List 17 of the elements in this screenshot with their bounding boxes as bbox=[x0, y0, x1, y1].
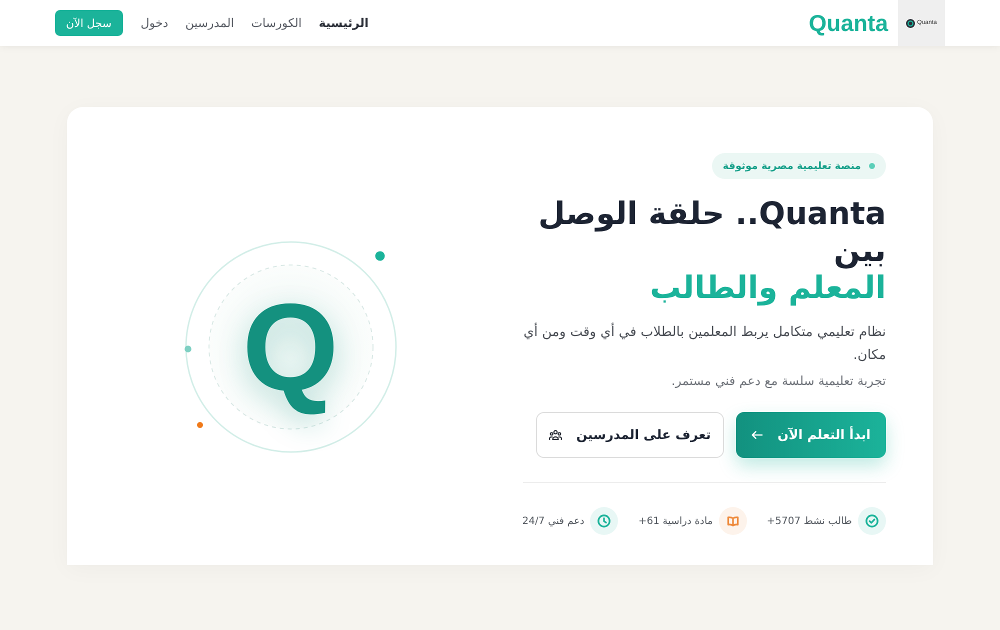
badge-dot-icon bbox=[869, 163, 875, 169]
emblem-letter: Q bbox=[242, 278, 339, 420]
nav-link[interactable]: الكورسات bbox=[251, 16, 302, 30]
nav-link[interactable]: المدرسين bbox=[185, 16, 234, 30]
arrow-left-icon bbox=[751, 430, 764, 440]
hero-description: نظام تعليمي متكامل يربط المعلمين بالطلاب في أي وقت ومن أي مكان. bbox=[514, 321, 886, 367]
nav-link[interactable]: دخول bbox=[140, 16, 168, 30]
hero-subtext: تجربة تعليمية سلسة مع دعم فني مستمر. bbox=[671, 373, 886, 388]
hero-title: Quanta.. حلقة الوصل بين المعلم والطالب bbox=[537, 196, 886, 307]
badge-text: منصة تعليمية مصرية موثوقة bbox=[722, 160, 861, 172]
teachers-button[interactable]: تعرف على المدرسين bbox=[536, 412, 724, 458]
clock-icon bbox=[590, 507, 618, 535]
check-circle-icon bbox=[858, 507, 886, 535]
book-icon bbox=[718, 507, 747, 535]
logo-icon bbox=[906, 18, 916, 28]
users-icon bbox=[549, 429, 562, 441]
nav-link[interactable]: الرئيسية bbox=[318, 16, 369, 30]
